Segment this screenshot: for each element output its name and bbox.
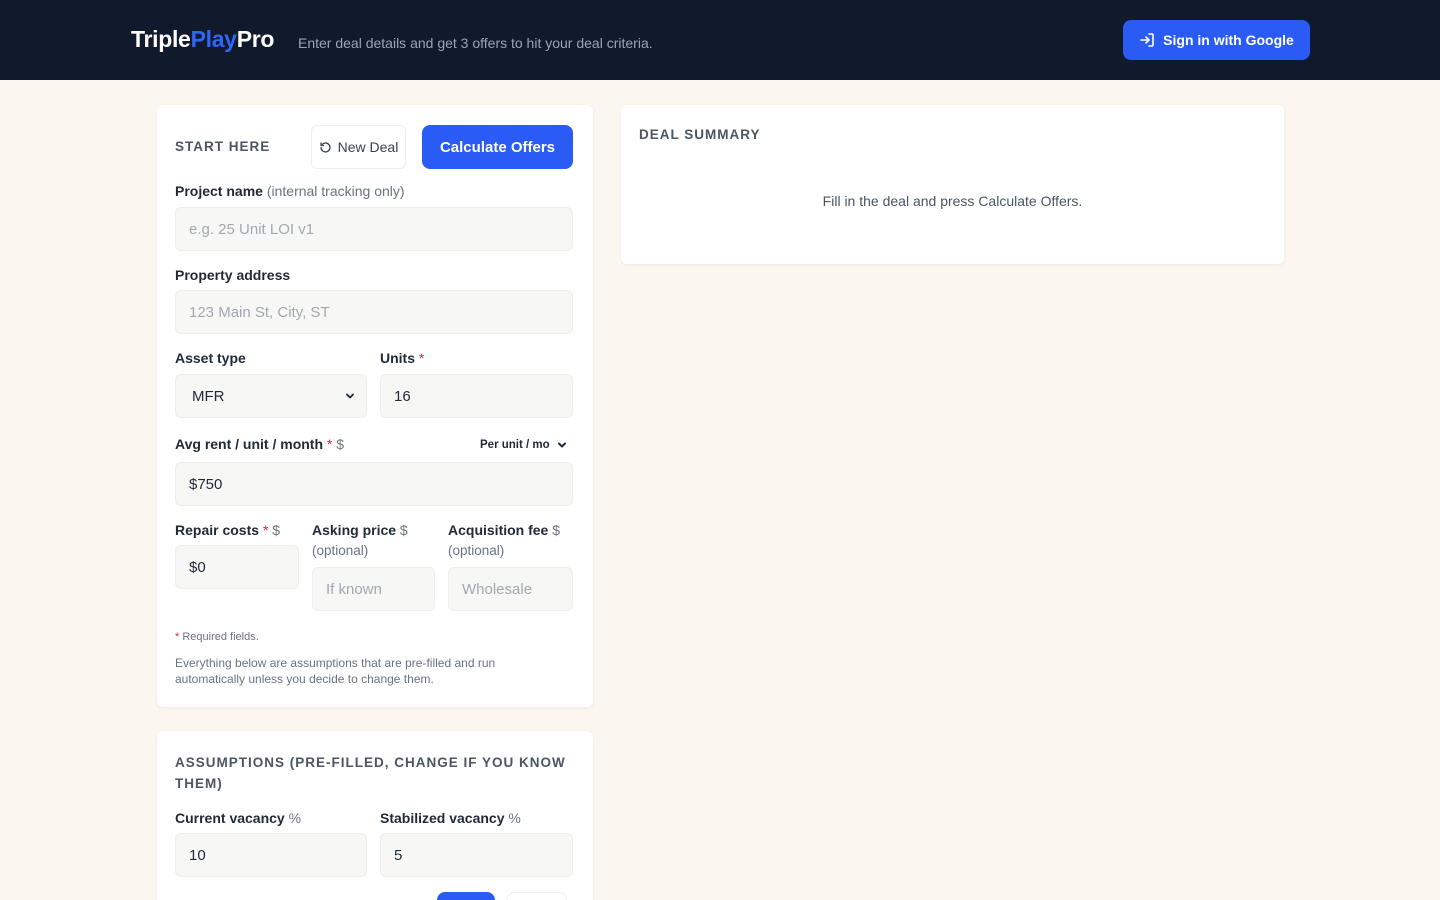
sign-in-icon — [1140, 33, 1154, 47]
new-deal-button[interactable]: New Deal — [311, 125, 406, 169]
logo-text-triple: Triple — [131, 26, 191, 52]
project-name-hint: (internal tracking only) — [266, 183, 405, 199]
sign-in-google-button[interactable]: Sign in with Google — [1123, 20, 1310, 60]
currency-symbol: $ — [336, 436, 345, 452]
rent-mode-select[interactable]: Per unit / mo — [468, 433, 574, 457]
percent-unit: % — [288, 810, 302, 826]
current-vacancy-input[interactable] — [175, 833, 367, 877]
project-name-input[interactable] — [175, 207, 573, 251]
deal-summary-empty-message: Fill in the deal and press Calculate Off… — [822, 193, 1083, 209]
currency-symbol: $ — [399, 522, 408, 538]
stabilized-vacancy-label: Stabilized vacancy % — [380, 810, 521, 826]
units-input[interactable] — [380, 374, 573, 418]
required-marker: * — [326, 436, 333, 452]
project-name-label: Project name (internal tracking only) — [175, 183, 405, 199]
required-note-text: Required fields. — [182, 631, 259, 643]
currency-symbol: $ — [272, 522, 281, 538]
acquisition-fee-label-text: Acquisition fee — [448, 522, 549, 538]
acquisition-fee-label: Acquisition fee $ — [448, 522, 560, 538]
property-address-input[interactable] — [175, 290, 573, 334]
avg-rent-label-text: Avg rent / unit / month — [175, 436, 324, 452]
asking-price-label: Asking price $ — [312, 522, 408, 538]
current-vacancy-label-text: Current vacancy — [175, 810, 285, 826]
chevron-down-icon — [346, 393, 354, 399]
chevron-down-icon — [558, 442, 566, 448]
toggle-option-active[interactable] — [437, 892, 495, 900]
required-marker: * — [418, 350, 425, 366]
required-marker: * — [175, 631, 180, 643]
repair-costs-label: Repair costs * $ — [175, 522, 280, 538]
toggle-option[interactable] — [507, 892, 567, 900]
app-logo[interactable]: TriplePlayPro — [131, 26, 274, 53]
asset-type-select[interactable]: MFR — [175, 374, 367, 418]
tagline: Enter deal details and get 3 offers to h… — [298, 35, 653, 51]
top-bar: TriplePlayPro Enter deal details and get… — [0, 0, 1440, 80]
new-deal-label: New Deal — [337, 139, 399, 155]
repair-costs-label-text: Repair costs — [175, 522, 260, 538]
sign-in-label: Sign in with Google — [1163, 32, 1294, 48]
asset-type-value: MFR — [192, 387, 225, 405]
asset-type-label: Asset type — [175, 350, 246, 366]
logo-text-pro: Pro — [236, 26, 275, 52]
stabilized-vacancy-label-text: Stabilized vacancy — [380, 810, 505, 826]
assumptions-title-line: ASSUMPTIONS (PRE-FILLED, CHANGE IF YOU K… — [175, 755, 566, 770]
rent-mode-value: Per unit / mo — [480, 439, 550, 451]
reset-icon — [320, 141, 331, 153]
repair-costs-input[interactable] — [175, 545, 299, 589]
required-fields-note: * Required fields. — [175, 631, 259, 643]
units-label: Units * — [380, 350, 424, 366]
deal-summary-title: DEAL SUMMARY — [639, 127, 761, 142]
current-vacancy-label: Current vacancy % — [175, 810, 301, 826]
start-here-title: START HERE — [175, 139, 271, 154]
calculate-offers-button[interactable]: Calculate Offers — [422, 125, 573, 169]
property-address-label: Property address — [175, 267, 291, 283]
logo-text-play: Play — [190, 26, 237, 52]
asking-price-input[interactable] — [312, 567, 435, 611]
currency-symbol: $ — [552, 522, 561, 538]
assumptions-title-line: THEM) — [175, 776, 223, 791]
avg-rent-input[interactable] — [175, 462, 573, 506]
project-name-label-text: Project name — [175, 183, 263, 199]
assumptions-title: ASSUMPTIONS (PRE-FILLED, CHANGE IF YOU K… — [175, 752, 566, 794]
acquisition-fee-input[interactable] — [448, 567, 573, 611]
stabilized-vacancy-input[interactable] — [380, 833, 573, 877]
units-label-text: Units — [380, 350, 415, 366]
assumptions-note: Everything below are assumptions that ar… — [175, 656, 496, 686]
asking-price-label-text: Asking price — [312, 522, 397, 538]
avg-rent-label: Avg rent / unit / month * $ — [175, 436, 344, 452]
asking-price-hint: (optional) — [312, 543, 369, 558]
percent-unit: % — [508, 810, 521, 826]
required-marker: * — [262, 522, 269, 538]
acquisition-fee-hint: (optional) — [448, 543, 505, 558]
